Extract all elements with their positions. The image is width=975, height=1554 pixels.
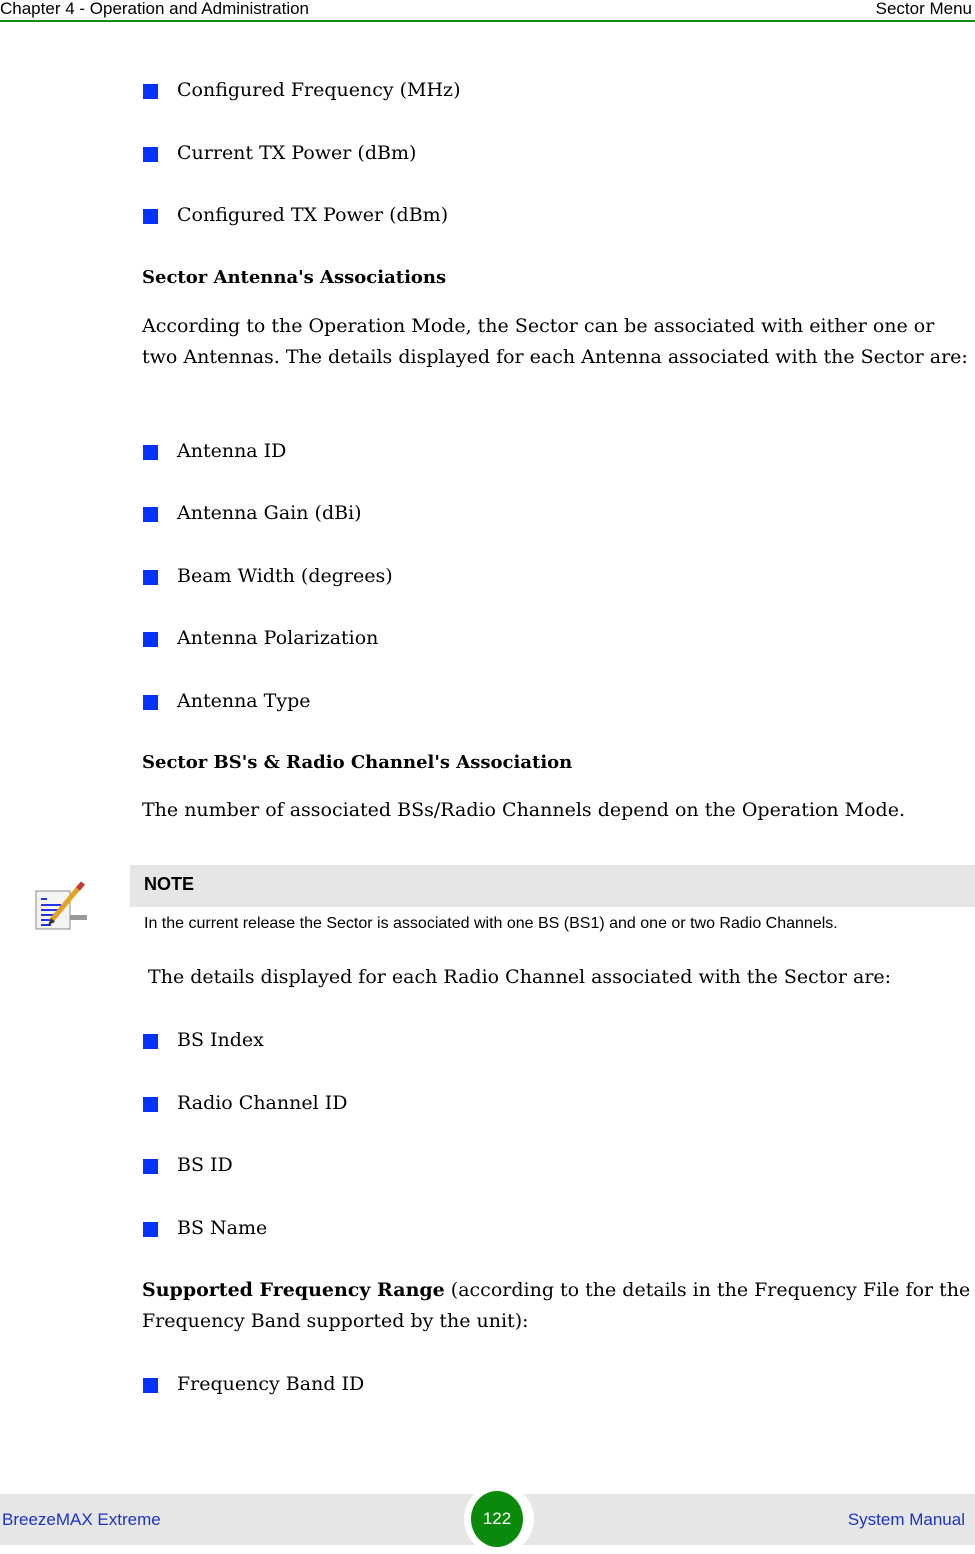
paragraph-radio: The details displayed for each Radio Cha… [142,966,892,988]
manual-name: System Manual [847,1510,965,1529]
note-pencil-icon [35,881,87,930]
section-heading-bs: Sector BS's & Radio Channel's Associatio… [142,752,573,773]
note-text: In the current release the Sector is ass… [144,915,838,932]
bullet-square-icon [143,1034,158,1049]
bullet-square-icon [143,507,158,522]
bullet-square-icon [143,1222,158,1237]
note-header-bar: NOTE [130,865,975,907]
bullet-square-icon [143,209,158,224]
product-name: BreezeMAX Extreme [2,1510,161,1529]
paragraph-bs: The number of associated BSs/Radio Chann… [142,799,906,821]
page-header: Chapter 4 - Operation and Administration… [0,0,975,22]
note-title: NOTE [144,874,195,894]
page-footer: BreezeMAX Extreme 122 System Manual [0,1484,975,1554]
frequency-bold-lead: Supported Frequency Range [142,1279,445,1301]
bullet-square-icon [143,695,158,710]
bullet-square-icon [143,147,158,162]
section-title: Sector Menu [875,0,972,18]
bullet-square-icon [143,632,158,647]
bullet-square-icon [143,84,158,99]
bullet-square-icon [143,570,158,585]
page-number-badge: 122 [471,1491,523,1547]
section-heading-antenna: Sector Antenna's Associations [142,267,447,288]
paragraph-frequency: Supported Frequency Range (according to … [142,1275,972,1337]
chapter-title: Chapter 4 - Operation and Administration [0,0,310,18]
bullet-square-icon [143,1097,158,1112]
bullet-square-icon [143,1378,158,1393]
paragraph-antenna: According to the Operation Mode, the Sec… [142,315,968,368]
bullet-square-icon [143,445,158,460]
bullet-square-icon [143,1159,158,1174]
